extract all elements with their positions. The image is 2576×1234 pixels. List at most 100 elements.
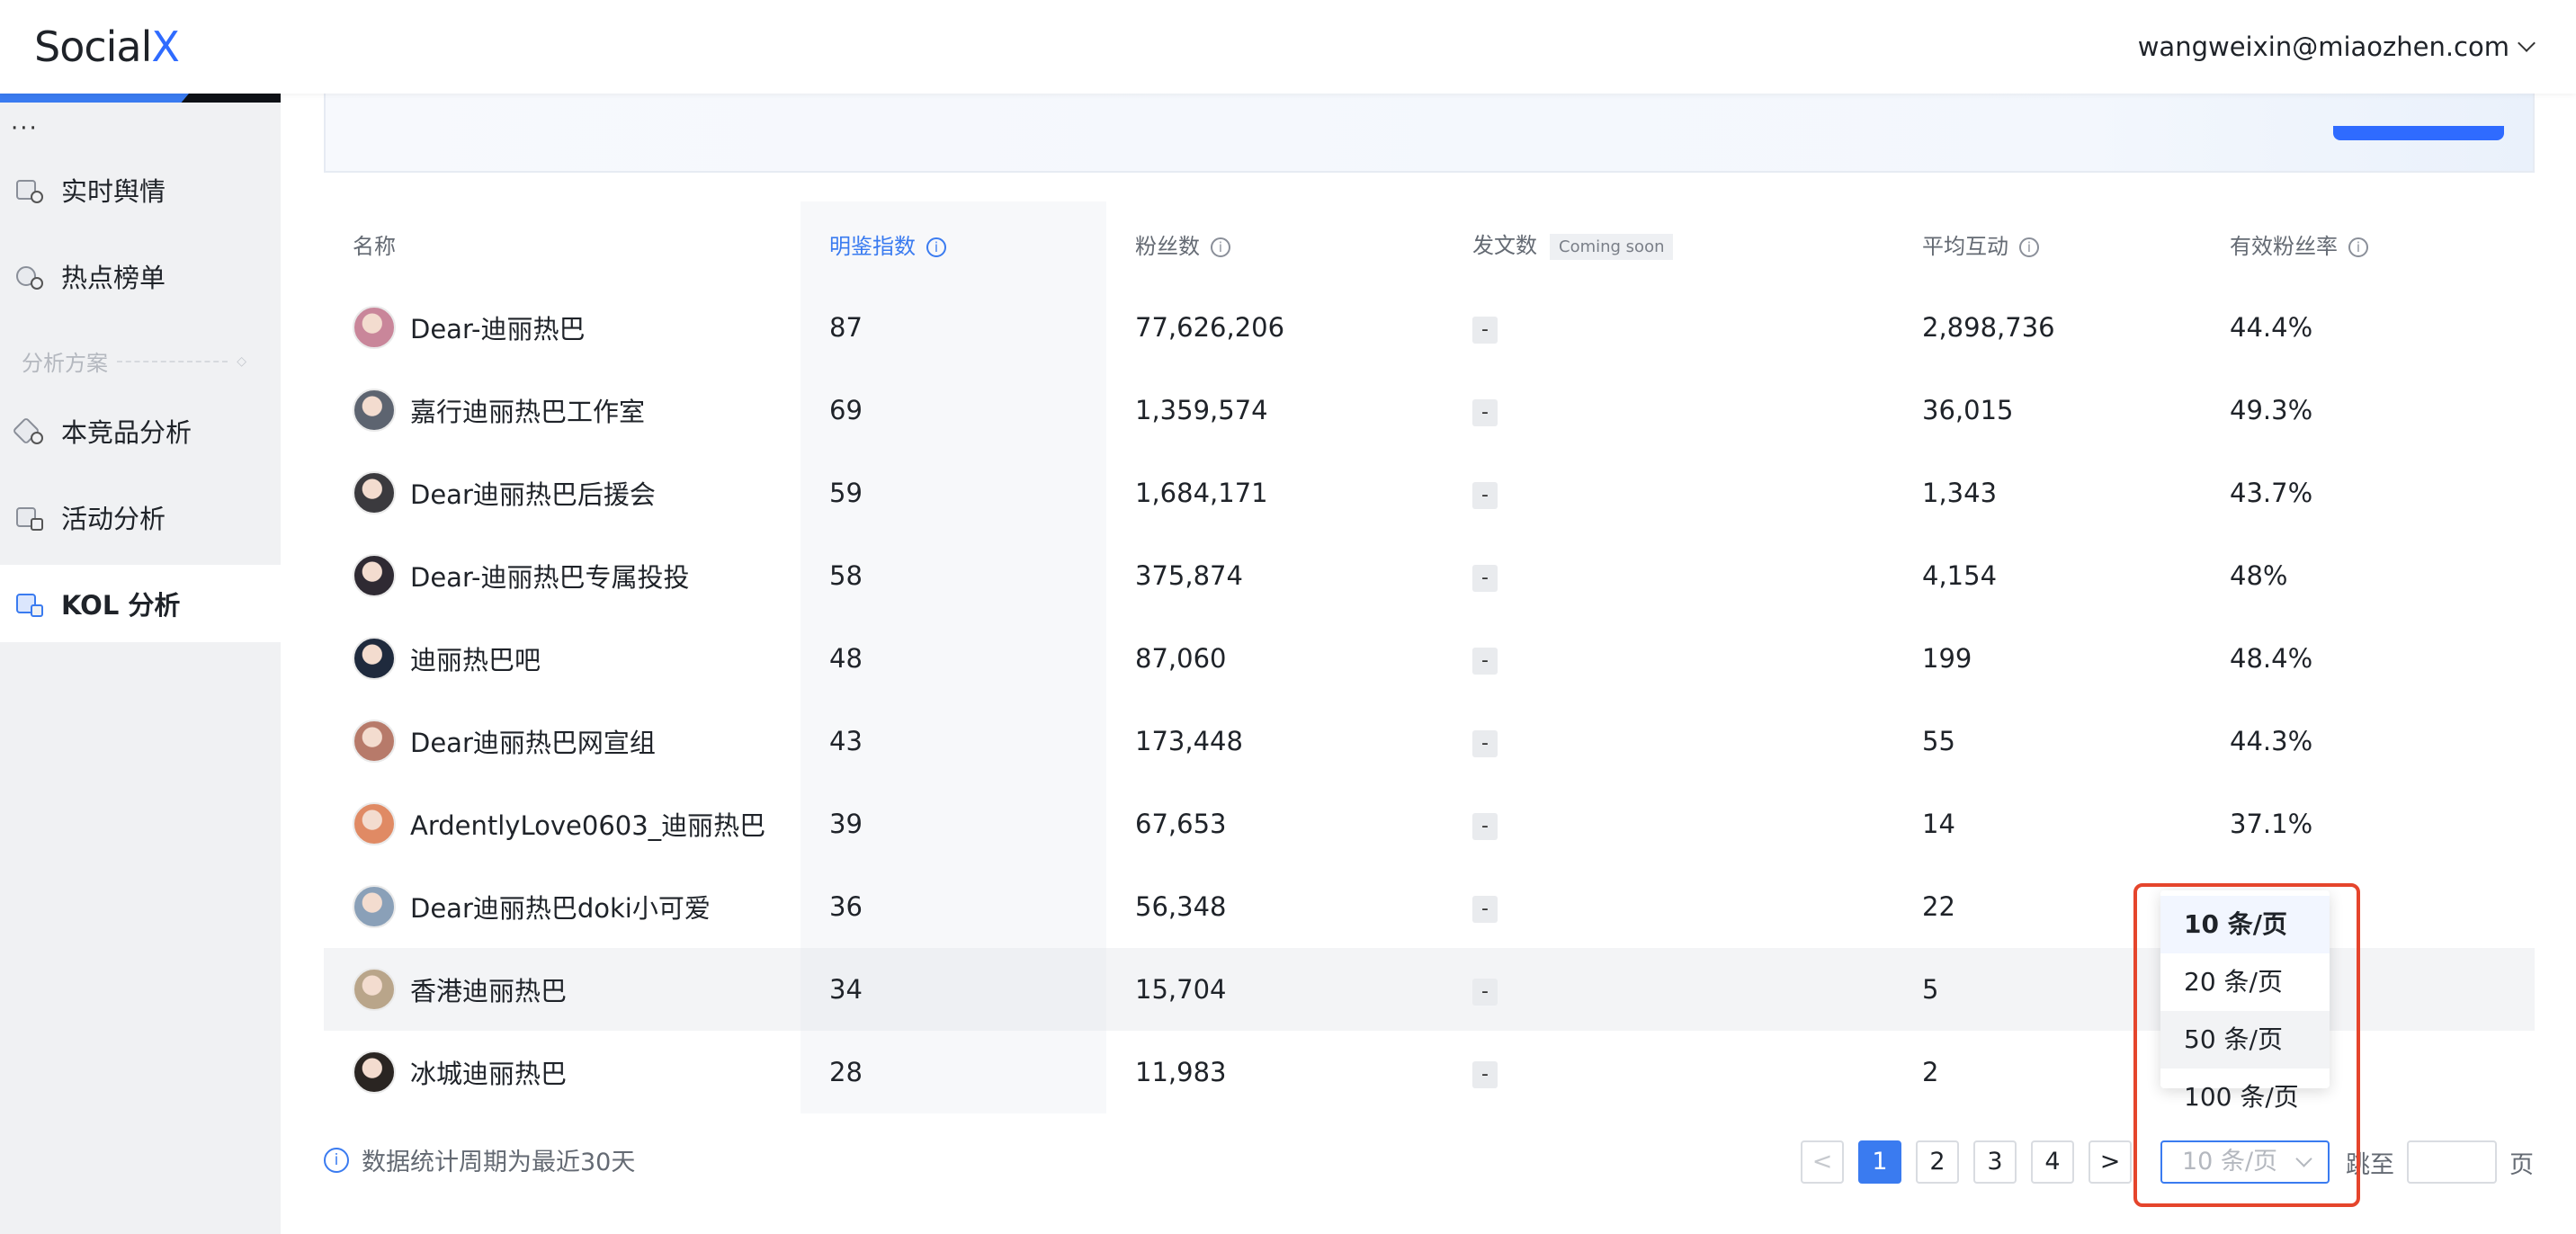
- cell-index-value: 59: [829, 478, 863, 508]
- column-header-index[interactable]: 明鉴指数 i: [801, 201, 1106, 286]
- cell-posts: -: [1444, 865, 1893, 948]
- page-jumper: 跳至 页: [2346, 1140, 2534, 1184]
- cell-index: 36: [801, 865, 1106, 948]
- kol-name[interactable]: 迪丽热巴吧: [410, 639, 541, 677]
- sidebar-item-public-opinion[interactable]: 实时舆情: [0, 151, 281, 228]
- cell-posts: -: [1444, 286, 1893, 369]
- cell-posts: -: [1444, 534, 1893, 617]
- page-size-option-100[interactable]: 100 条/页: [2160, 1069, 2330, 1126]
- cell-engagement: 2: [1893, 1031, 2201, 1113]
- sidebar-item-campaign-analysis[interactable]: 活动分析: [0, 478, 281, 556]
- cell-valid-rate: 44.4%: [2201, 286, 2535, 369]
- avatar[interactable]: [353, 802, 396, 845]
- cell-posts: -: [1444, 782, 1893, 865]
- banner-action-button[interactable]: [2333, 126, 2504, 140]
- jump-label: 跳至: [2346, 1150, 2394, 1179]
- sidebar-item-hot-list[interactable]: 热点榜单: [0, 237, 281, 315]
- page-size-select[interactable]: 10 条/页: [2160, 1140, 2330, 1184]
- sidebar-item-label: 热点榜单: [61, 263, 166, 293]
- cell-engagement-value: 36,015: [1922, 395, 2014, 425]
- page-button-3[interactable]: 3: [1973, 1140, 2017, 1184]
- cell-engagement: 2,898,736: [1893, 286, 2201, 369]
- page-button-1[interactable]: 1: [1858, 1140, 1901, 1184]
- avatar[interactable]: [353, 554, 396, 597]
- cell-fans: 56,348: [1106, 865, 1444, 948]
- filter-banner: [324, 94, 2535, 173]
- collapse-icon[interactable]: ◇: [237, 354, 246, 369]
- cell-name: 嘉行迪丽热巴工作室: [324, 369, 801, 452]
- table-row[interactable]: Dear-迪丽热巴专属投投 58 375,874 - 4,154 48%: [324, 534, 2535, 617]
- cell-valid-rate-value: 44.3%: [2230, 726, 2313, 756]
- pagination: < 1 2 3 4 >: [1801, 1140, 2132, 1184]
- table-row[interactable]: Dear迪丽热巴后援会 59 1,684,171 - 1,343 43.7%: [324, 452, 2535, 534]
- kol-name[interactable]: 冰城迪丽热巴: [410, 1053, 567, 1091]
- avatar[interactable]: [353, 389, 396, 432]
- cell-engagement: 5: [1893, 948, 2201, 1031]
- column-header-fans[interactable]: 粉丝数 i: [1106, 201, 1444, 286]
- prev-page-button[interactable]: <: [1801, 1140, 1844, 1184]
- sidebar-item-competitor-analysis[interactable]: 本竞品分析: [0, 392, 281, 469]
- next-page-button[interactable]: >: [2089, 1140, 2132, 1184]
- column-header-valid-rate[interactable]: 有效粉丝率 i: [2201, 201, 2535, 286]
- avatar[interactable]: [353, 720, 396, 763]
- cell-fans: 375,874: [1106, 534, 1444, 617]
- empty-value-badge: -: [1472, 1061, 1498, 1088]
- kol-name[interactable]: ArdentlyLove0603_迪丽热巴: [410, 805, 765, 843]
- table-header-row: 名称 明鉴指数 i 粉丝数 i 发文数 Coming soon 平均互动 i 有效粉丝率…: [324, 201, 2535, 286]
- kol-name[interactable]: Dear迪丽热巴网宣组: [410, 722, 656, 760]
- page-size-option-10[interactable]: 10 条/页: [2160, 896, 2330, 953]
- kol-name[interactable]: Dear-迪丽热巴: [410, 308, 585, 346]
- avatar[interactable]: [353, 637, 396, 680]
- cell-index: 69: [801, 369, 1106, 452]
- cell-fans-value: 77,626,206: [1135, 312, 1285, 343]
- cell-name: ArdentlyLove0603_迪丽热巴: [324, 782, 801, 865]
- kol-name[interactable]: Dear迪丽热巴doki小可爱: [410, 888, 711, 926]
- cell-valid-rate-value: 43.7%: [2230, 478, 2313, 508]
- page-button-4[interactable]: 4: [2031, 1140, 2074, 1184]
- jump-page-input[interactable]: [2407, 1140, 2497, 1184]
- cell-valid-rate: 49.3%: [2201, 369, 2535, 452]
- avatar[interactable]: [353, 306, 396, 349]
- info-icon[interactable]: i: [1211, 237, 1230, 257]
- cell-fans-value: 1,684,171: [1135, 478, 1268, 508]
- cell-name: 冰城迪丽热巴: [324, 1031, 801, 1113]
- cell-index: 59: [801, 452, 1106, 534]
- campaign-analysis-icon: [16, 504, 43, 531]
- sidebar-item-kol-analysis[interactable]: KOL 分析: [0, 565, 281, 642]
- cell-fans: 67,653: [1106, 782, 1444, 865]
- table-row[interactable]: 迪丽热巴吧 48 87,060 - 199 48.4%: [324, 617, 2535, 700]
- avatar[interactable]: [353, 1051, 396, 1094]
- kol-name[interactable]: 香港迪丽热巴: [410, 970, 567, 1008]
- table-row[interactable]: ArdentlyLove0603_迪丽热巴 39 67,653 - 14 37.1%: [324, 782, 2535, 865]
- page-size-option-20[interactable]: 20 条/页: [2160, 953, 2330, 1011]
- table-row[interactable]: 嘉行迪丽热巴工作室 69 1,359,574 - 36,015 49.3%: [324, 369, 2535, 452]
- avatar[interactable]: [353, 968, 396, 1011]
- avatar[interactable]: [353, 471, 396, 514]
- cell-engagement-value: 199: [1922, 643, 1972, 674]
- more-icon[interactable]: ···: [11, 115, 39, 142]
- info-icon[interactable]: i: [926, 237, 946, 257]
- sidebar-item-label: 本竞品分析: [61, 417, 192, 448]
- cell-fans: 77,626,206: [1106, 286, 1444, 369]
- user-menu[interactable]: wangweixin@miaozhen.com: [2138, 31, 2536, 62]
- footnote: i 数据统计周期为最近30天: [324, 1142, 635, 1177]
- kol-name[interactable]: 嘉行迪丽热巴工作室: [410, 391, 645, 429]
- app-logo[interactable]: SocialX: [34, 22, 180, 71]
- cell-index: 48: [801, 617, 1106, 700]
- page-size-option-50[interactable]: 50 条/页: [2160, 1011, 2330, 1069]
- cell-index: 87: [801, 286, 1106, 369]
- cell-fans-value: 15,704: [1135, 974, 1227, 1005]
- page-button-2[interactable]: 2: [1916, 1140, 1959, 1184]
- info-icon[interactable]: i: [2019, 237, 2039, 257]
- sidebar-progress-bar: [0, 94, 281, 103]
- cell-engagement-value: 1,343: [1922, 478, 1998, 508]
- column-header-engagement[interactable]: 平均互动 i: [1893, 201, 2201, 286]
- table-row[interactable]: Dear-迪丽热巴 87 77,626,206 - 2,898,736 44.4%: [324, 286, 2535, 369]
- info-icon[interactable]: i: [2348, 237, 2368, 257]
- kol-name[interactable]: Dear迪丽热巴后援会: [410, 474, 656, 512]
- kol-name[interactable]: Dear-迪丽热巴专属投投: [410, 557, 689, 595]
- avatar[interactable]: [353, 885, 396, 928]
- cell-name: Dear-迪丽热巴专属投投: [324, 534, 801, 617]
- page-size-value: 10 条/页: [2182, 1148, 2278, 1176]
- table-row[interactable]: Dear迪丽热巴网宣组 43 173,448 - 55 44.3%: [324, 700, 2535, 782]
